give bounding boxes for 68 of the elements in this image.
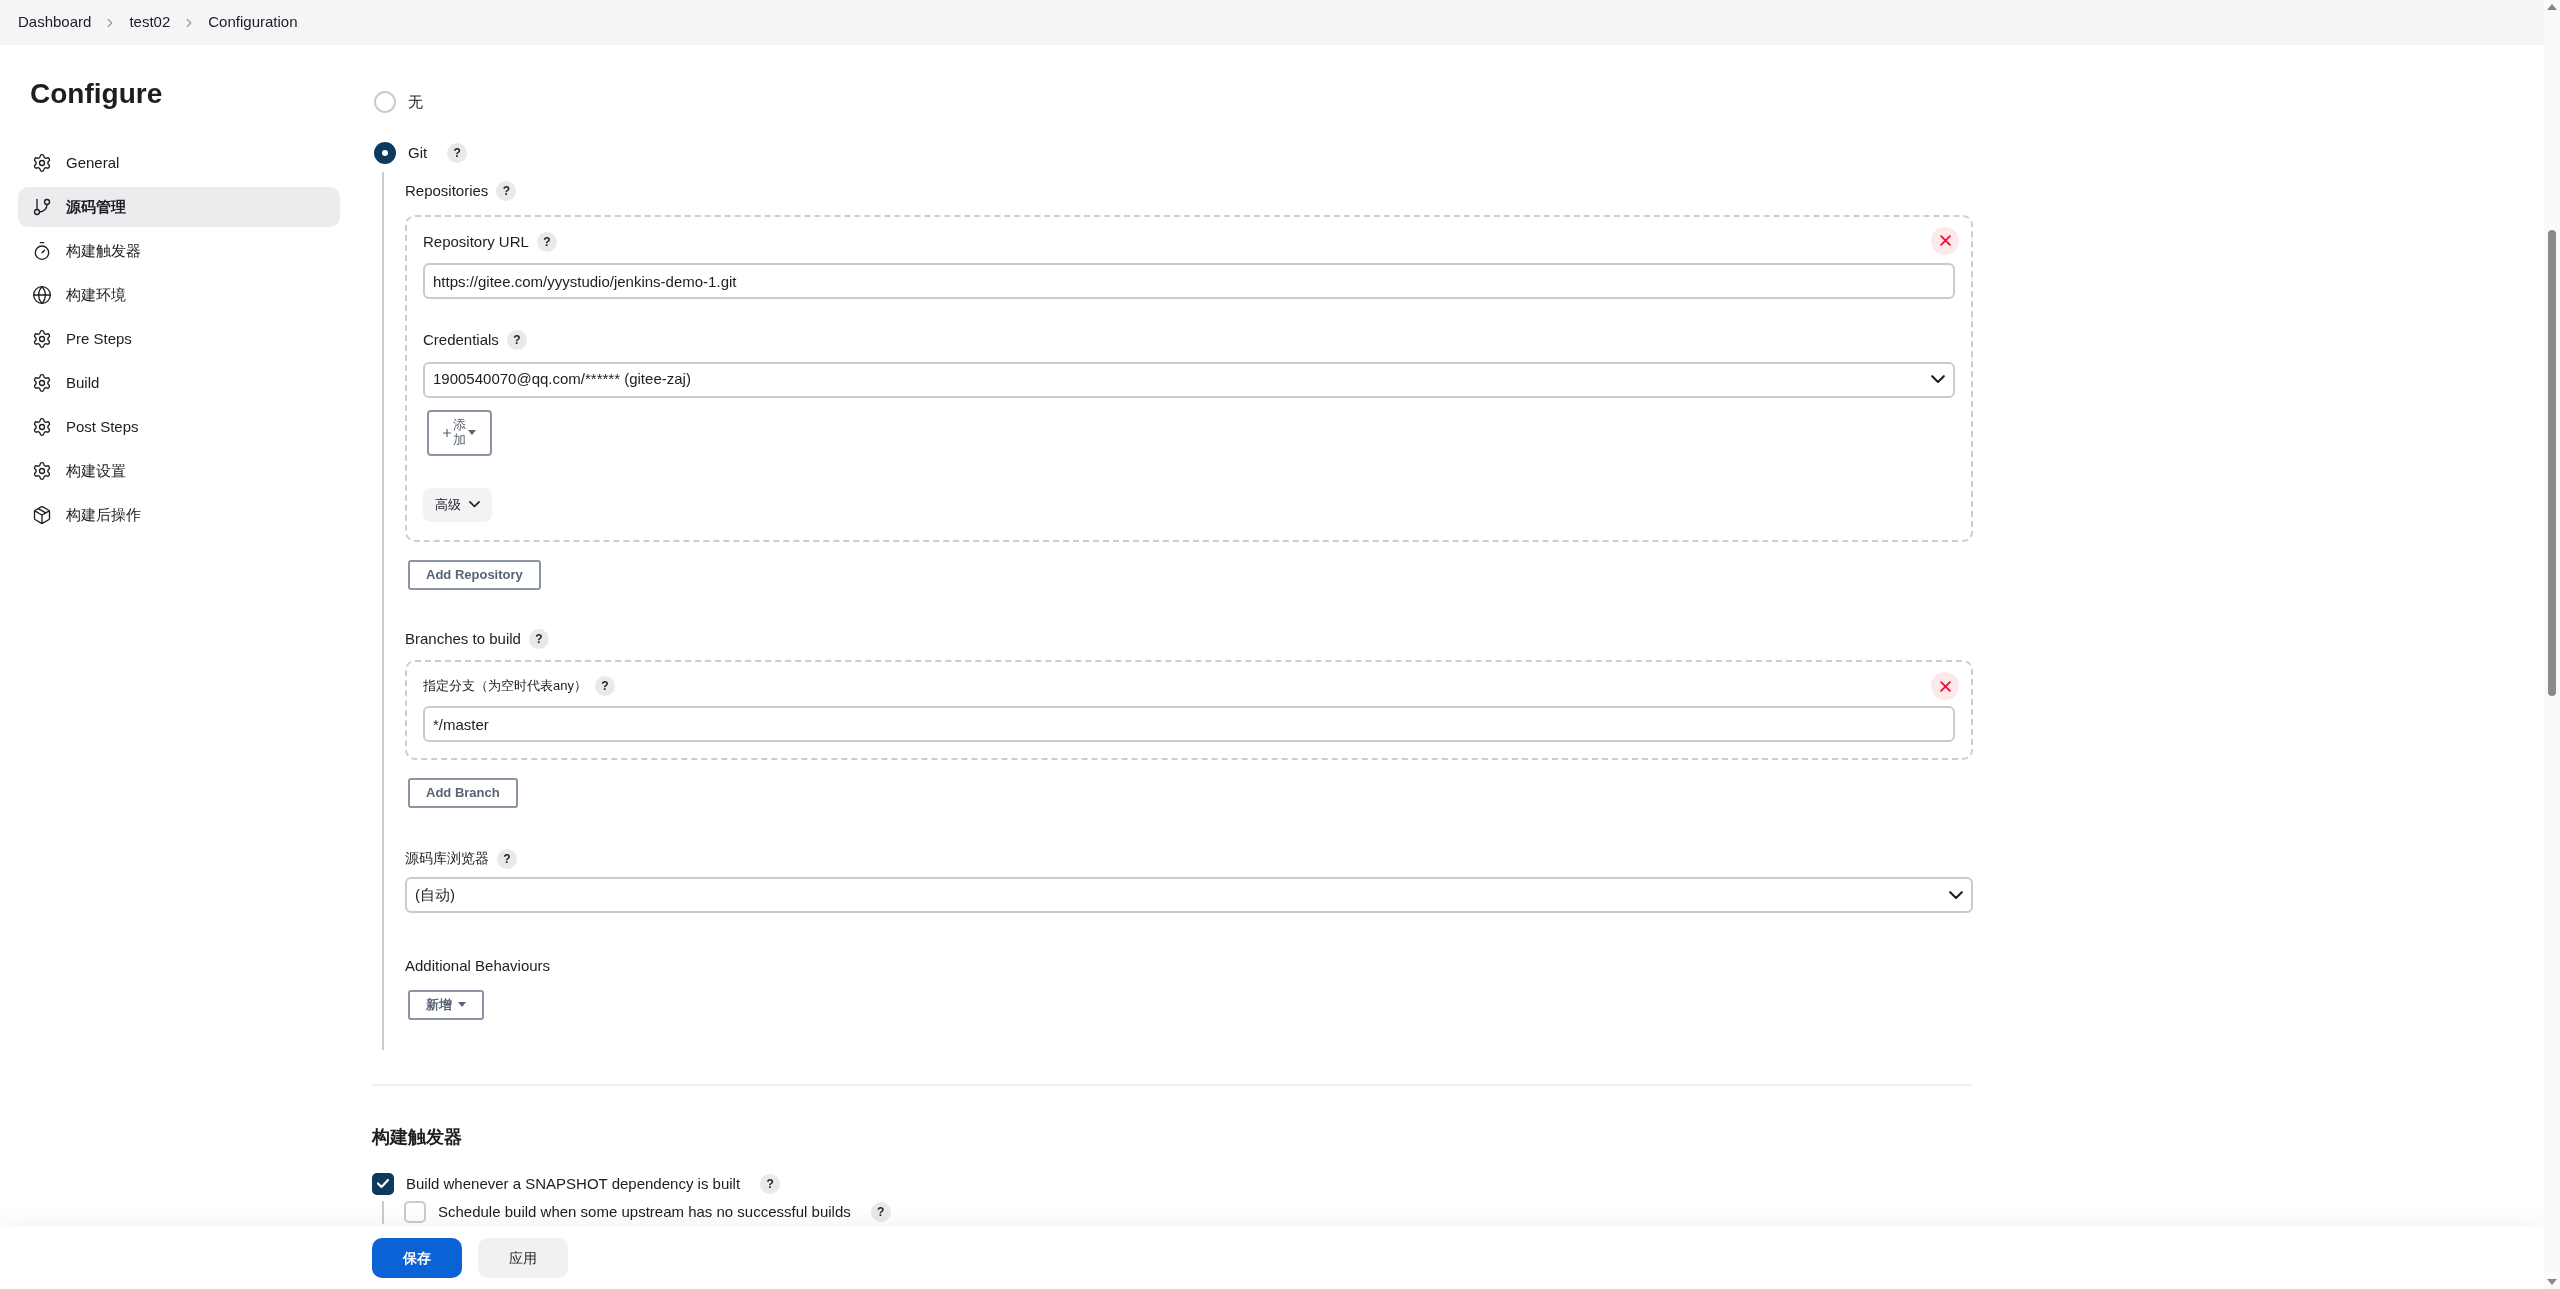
sidebar-item[interactable]: Pre Steps xyxy=(18,319,340,359)
check-icon xyxy=(377,1179,389,1189)
field-label: Additional Behaviours xyxy=(405,956,552,976)
gear-icon xyxy=(32,373,52,393)
section-heading: 构建触发器 xyxy=(372,1125,463,1149)
radio-button[interactable] xyxy=(374,91,396,114)
chevron-down-icon xyxy=(1949,890,1963,900)
apply-button[interactable]: 应用 xyxy=(478,1238,568,1278)
close-icon xyxy=(1939,235,1951,246)
sidebar-item[interactable]: 源码管理 xyxy=(18,187,340,227)
add-new-button[interactable]: 新增 xyxy=(408,989,484,1020)
input-field[interactable]: */master xyxy=(423,706,1955,742)
gear-icon xyxy=(32,329,52,349)
checkbox[interactable] xyxy=(372,1172,394,1195)
sidebar-item[interactable]: 构建环境 xyxy=(18,275,340,315)
sidebar-item[interactable]: 构建设置 xyxy=(18,451,340,491)
scrollbar[interactable] xyxy=(2544,0,2560,1289)
gear-icon xyxy=(32,461,52,481)
sidebar-item[interactable]: 构建后操作 xyxy=(18,495,340,535)
package-icon xyxy=(32,505,52,525)
breadcrumb-link[interactable]: test02 xyxy=(129,11,171,34)
radio-label: 无 xyxy=(408,92,423,112)
field-label: Branches to build xyxy=(405,628,521,649)
page-title: Configure xyxy=(30,77,164,111)
chevron-down-icon xyxy=(1931,375,1945,384)
add-branch-button[interactable]: Add Branch xyxy=(408,778,518,808)
gear-icon xyxy=(32,153,52,173)
field-label: 源码库浏览器 xyxy=(405,849,489,868)
globe-icon xyxy=(32,285,52,305)
select-field[interactable]: 1900540070@qq.com/****** (gitee-zaj) xyxy=(423,361,1955,398)
sidebar-item[interactable]: 构建触发器 xyxy=(18,231,340,271)
radio-label: Git xyxy=(408,142,428,163)
timer-icon xyxy=(32,241,52,261)
close-button[interactable] xyxy=(1931,226,1959,255)
breadcrumb-link[interactable]: Dashboard xyxy=(18,11,92,34)
help-icon[interactable]: ? xyxy=(760,1173,781,1194)
select-field[interactable]: (自动) xyxy=(405,877,1973,913)
sidebar-item[interactable]: Post Steps xyxy=(18,407,340,447)
field-label: 指定分支（为空时代表any） xyxy=(423,677,587,696)
help-icon[interactable]: ? xyxy=(447,142,468,163)
breadcrumb-link[interactable]: Configuration xyxy=(208,11,298,34)
checkbox-label: Schedule build when some upstream has no successful builds xyxy=(438,1202,851,1222)
input-field[interactable]: https://gitee.com/yyystudio/jenkins-demo-1.git xyxy=(423,263,1955,299)
help-icon[interactable]: ? xyxy=(536,231,557,252)
field-label: Repository URL xyxy=(423,231,529,252)
chevron-down-icon xyxy=(469,501,480,508)
help-icon[interactable]: ? xyxy=(528,628,549,649)
help-icon[interactable]: ? xyxy=(497,848,517,869)
help-icon[interactable]: ? xyxy=(496,181,517,202)
advanced-button[interactable]: 高级 xyxy=(423,487,492,522)
help-icon[interactable]: ? xyxy=(870,1202,891,1223)
add-repository-button[interactable]: Add Repository xyxy=(408,559,541,590)
checkbox-label: Build whenever a SNAPSHOT dependency is built xyxy=(406,1173,741,1194)
close-icon xyxy=(1939,680,1951,692)
add-button[interactable]: 添加 xyxy=(427,409,492,456)
sidebar-item[interactable]: General xyxy=(18,143,340,183)
plus-icon xyxy=(443,428,451,437)
help-icon[interactable]: ? xyxy=(594,676,615,696)
field-label: Credentials xyxy=(423,330,499,350)
sidebar-item[interactable]: Build xyxy=(18,363,340,403)
help-icon[interactable]: ? xyxy=(506,330,527,351)
close-button[interactable] xyxy=(1931,672,1959,700)
checkbox[interactable] xyxy=(404,1201,426,1224)
branch-icon xyxy=(32,197,52,217)
save-button[interactable]: 保存 xyxy=(372,1238,462,1278)
radio-button[interactable] xyxy=(374,141,396,164)
field-label: Repositories xyxy=(405,181,489,201)
gear-icon xyxy=(32,417,52,437)
